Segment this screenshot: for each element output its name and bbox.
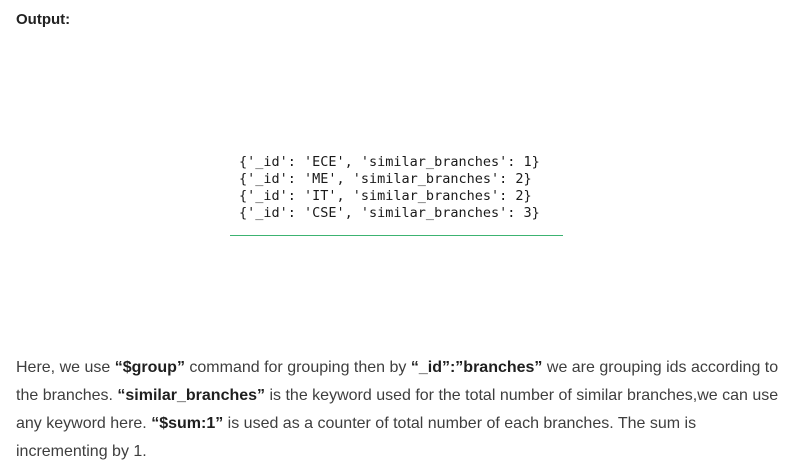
paragraph-text: Here, we use: [16, 359, 115, 376]
code-line: {'_id': 'IT', 'similar_branches': 2}: [239, 188, 532, 204]
keyword-group: “$group”: [114, 359, 185, 376]
explanation-paragraph: Here, we use “$group” command for groupi…: [16, 354, 780, 466]
keyword-similar-branches: “similar_branches”: [117, 387, 266, 404]
code-line: {'_id': 'ECE', 'similar_branches': 1}: [239, 154, 540, 170]
code-line: {'_id': 'CSE', 'similar_branches': 3}: [239, 205, 540, 221]
output-heading: Output:: [16, 11, 71, 28]
code-output-block: {'_id': 'ECE', 'similar_branches': 1} {'…: [230, 152, 563, 236]
keyword-sum: “$sum:1”: [151, 415, 224, 432]
paragraph-text: command for grouping then by: [184, 359, 411, 376]
keyword-id-branches: “_id”:”branches”: [410, 359, 543, 376]
code-line: {'_id': 'ME', 'similar_branches': 2}: [239, 171, 532, 187]
